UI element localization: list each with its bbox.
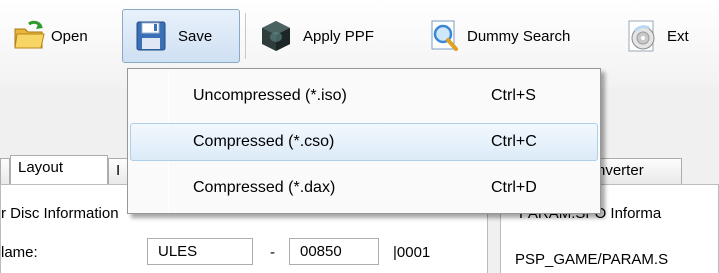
menu-item-save-dax[interactable]: Compressed (*.dax) Ctrl+D (130, 169, 598, 207)
disc-id-prefix-field[interactable]: ULES (147, 238, 253, 265)
tab-layout-label: Layout (18, 159, 64, 176)
tab-hidden-label: I (116, 162, 121, 179)
dummy-search-button[interactable]: Dummy Search (420, 9, 620, 63)
menu-item-save-cso[interactable]: Compressed (*.cso) Ctrl+C (130, 123, 598, 161)
disc-info-title: r Disc Information (1, 205, 119, 222)
apply-ppf-button[interactable]: Apply PPF (252, 9, 410, 63)
param-sfo-path: PSP_GAME/PARAM.S (515, 251, 669, 268)
extract-button[interactable]: Ext (622, 9, 719, 63)
open-label: Open (51, 27, 88, 45)
toolbar-separator (245, 13, 246, 59)
menu-item-shortcut: Ctrl+D (491, 179, 537, 196)
save-button[interactable]: Save (122, 9, 240, 63)
open-folder-icon (13, 20, 47, 52)
search-document-icon (427, 19, 461, 53)
dark-cube-icon (259, 19, 293, 53)
apply-ppf-label: Apply PPF (303, 27, 374, 45)
disc-name-label: lame: (1, 244, 38, 261)
open-button[interactable]: Open (8, 9, 120, 63)
dummy-search-label: Dummy Search (467, 27, 571, 45)
disc-document-icon (625, 18, 661, 54)
menu-item-label: Compressed (*.cso) (193, 133, 335, 150)
extract-label: Ext (667, 27, 689, 45)
save-label: Save (178, 27, 213, 45)
tab-edge[interactable] (0, 158, 10, 184)
save-dropdown-menu: Uncompressed (*.iso) Ctrl+S Compressed (… (127, 68, 601, 214)
disc-id-prefix-value: ULES (158, 243, 198, 260)
disc-id-dash: - (270, 244, 275, 261)
disc-id-number-value: 00850 (300, 243, 342, 260)
disc-id-number-field[interactable]: 00850 (289, 238, 379, 265)
floppy-disk-icon (135, 20, 167, 52)
tab-converter[interactable]: nverter (592, 158, 682, 184)
menu-item-save-iso[interactable]: Uncompressed (*.iso) Ctrl+S (130, 77, 598, 115)
menu-item-label: Compressed (*.dax) (193, 179, 336, 196)
menu-item-shortcut: Ctrl+C (491, 133, 537, 150)
menu-item-shortcut: Ctrl+S (491, 87, 536, 104)
disc-version-text: |0001 (393, 244, 431, 261)
tab-converter-label: nverter (597, 162, 644, 179)
tab-layout[interactable]: Layout (10, 155, 108, 185)
menu-item-label: Uncompressed (*.iso) (193, 87, 347, 104)
